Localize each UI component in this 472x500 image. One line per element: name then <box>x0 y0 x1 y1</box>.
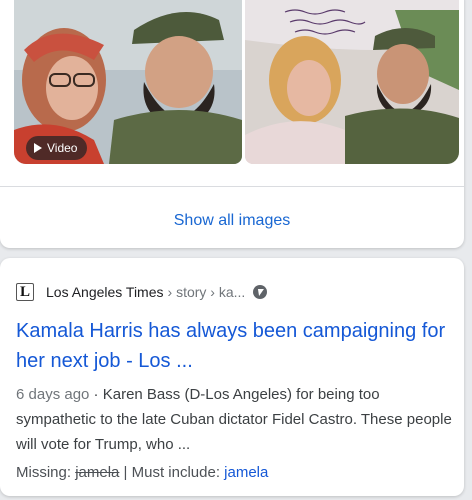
separator: · <box>89 386 103 403</box>
video-label: Video <box>47 141 78 155</box>
divider <box>0 186 464 187</box>
photo-woman-and-castro-signed <box>245 0 459 164</box>
breadcrumb: › story › ka... <box>167 284 246 300</box>
play-icon <box>34 143 42 153</box>
site-name: Los Angeles Times <box>46 284 164 300</box>
image-thumbnail[interactable] <box>245 0 459 164</box>
result-source[interactable]: L Los Angeles Times › story › ka... <box>16 282 268 302</box>
amp-bolt-icon <box>253 285 268 299</box>
search-result-card: L Los Angeles Times › story › ka... Kama… <box>0 258 464 496</box>
must-include-label: Must include: <box>131 464 220 481</box>
must-include-link[interactable]: jamela <box>224 464 268 481</box>
video-badge: Video <box>26 136 88 160</box>
missing-label: Missing: <box>16 464 72 481</box>
missing-term: jamela <box>75 464 120 481</box>
result-snippet: 6 days ago · Karen Bass (D-Los Angeles) … <box>16 382 456 457</box>
result-title-link[interactable]: Kamala Harris has always been campaignin… <box>16 316 456 376</box>
result-date: 6 days ago <box>16 386 90 403</box>
missing-terms-row: Missing: jamela | Must include: jamela <box>16 464 268 481</box>
image-thumbnail-video[interactable]: Video <box>14 0 242 164</box>
la-times-favicon-icon: L <box>16 283 34 301</box>
show-all-images-link[interactable]: Show all images <box>0 212 464 230</box>
pipe: | <box>119 464 132 481</box>
images-card: Video Show all images <box>0 0 464 248</box>
